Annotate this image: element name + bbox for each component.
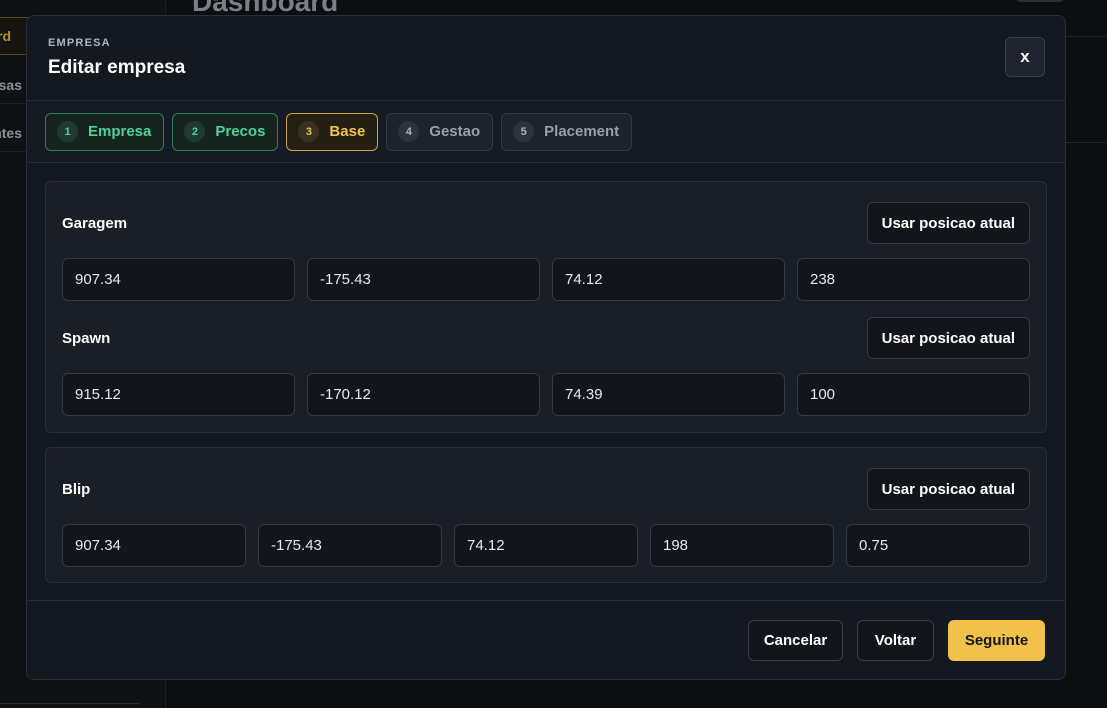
step-number: 3 [298, 121, 320, 142]
panel-divider [1066, 142, 1107, 143]
step-number: 4 [398, 121, 420, 142]
step-label: Gestao [429, 123, 481, 140]
step-number: 1 [57, 121, 78, 142]
spawn-y-input[interactable] [307, 373, 540, 416]
spawn-heading-input[interactable] [797, 373, 1030, 416]
step-number: 5 [513, 121, 535, 142]
step-gestao[interactable]: 4 Gestao [386, 112, 494, 151]
step-label: Placement [544, 123, 620, 140]
garagem-label: Garagem [62, 214, 128, 232]
step-base[interactable]: 3 Base [286, 112, 379, 151]
panel-divider [1066, 36, 1107, 37]
step-precos[interactable]: 2 Precos [172, 112, 279, 151]
step-label: Empresa [88, 123, 152, 140]
garagem-x-input[interactable] [62, 258, 295, 301]
blip-inputs [62, 524, 1030, 567]
garagem-use-position-button[interactable]: Usar posicao atual [866, 202, 1030, 244]
spawn-inputs [62, 373, 1030, 416]
step-empresa[interactable]: 1 Empresa [45, 112, 165, 151]
modal-body: Garagem Usar posicao atual Spawn Usar po… [27, 163, 1065, 583]
garagem-z-input[interactable] [552, 258, 785, 301]
garagem-heading-input[interactable] [797, 258, 1030, 301]
blip-x-input[interactable] [62, 524, 246, 567]
spawn-x-input[interactable] [62, 373, 295, 416]
garagem-row: Garagem Usar posicao atual [62, 202, 1030, 244]
back-button[interactable]: Voltar [857, 619, 934, 661]
blip-card: Blip Usar posicao atual [45, 447, 1047, 583]
modal-header: EMPRESA Editar empresa x [27, 16, 1065, 101]
blip-use-position-button[interactable]: Usar posicao atual [866, 468, 1030, 510]
blip-row: Blip Usar posicao atual [62, 468, 1030, 510]
step-number: 2 [184, 121, 206, 142]
spawn-use-position-button[interactable]: Usar posicao atual [866, 317, 1030, 359]
close-icon: x [1020, 47, 1030, 66]
blip-sprite-input[interactable] [650, 524, 834, 567]
base-positions-card: Garagem Usar posicao atual Spawn Usar po… [45, 181, 1047, 433]
close-button[interactable]: x [1005, 37, 1045, 77]
blip-scale-input[interactable] [846, 524, 1030, 567]
spawn-row: Spawn Usar posicao atual [62, 317, 1030, 359]
sidebar-bottom-divider [0, 703, 140, 704]
wizard-stepper: 1 Empresa 2 Precos 3 Base 4 Gestao 5 Pla… [27, 101, 1065, 163]
cancel-button[interactable]: Cancelar [748, 619, 843, 661]
modal-title: Editar empresa [48, 57, 186, 78]
modal-kicker: EMPRESA [48, 37, 111, 49]
blip-y-input[interactable] [258, 524, 442, 567]
edit-company-modal: EMPRESA Editar empresa x 1 Empresa 2 Pre… [26, 15, 1066, 680]
next-button[interactable]: Seguinte [948, 619, 1045, 661]
step-label: Base [329, 123, 366, 140]
step-label: Precos [215, 123, 266, 140]
garagem-y-input[interactable] [307, 258, 540, 301]
spawn-label: Spawn [62, 329, 111, 347]
blip-label: Blip [62, 480, 91, 498]
blip-z-input[interactable] [454, 524, 638, 567]
spawn-z-input[interactable] [552, 373, 785, 416]
modal-footer: Cancelar Voltar Seguinte [27, 600, 1065, 679]
step-placement[interactable]: 5 Placement [501, 112, 633, 151]
header-button[interactable] [1015, 0, 1065, 2]
garagem-inputs [62, 258, 1030, 301]
